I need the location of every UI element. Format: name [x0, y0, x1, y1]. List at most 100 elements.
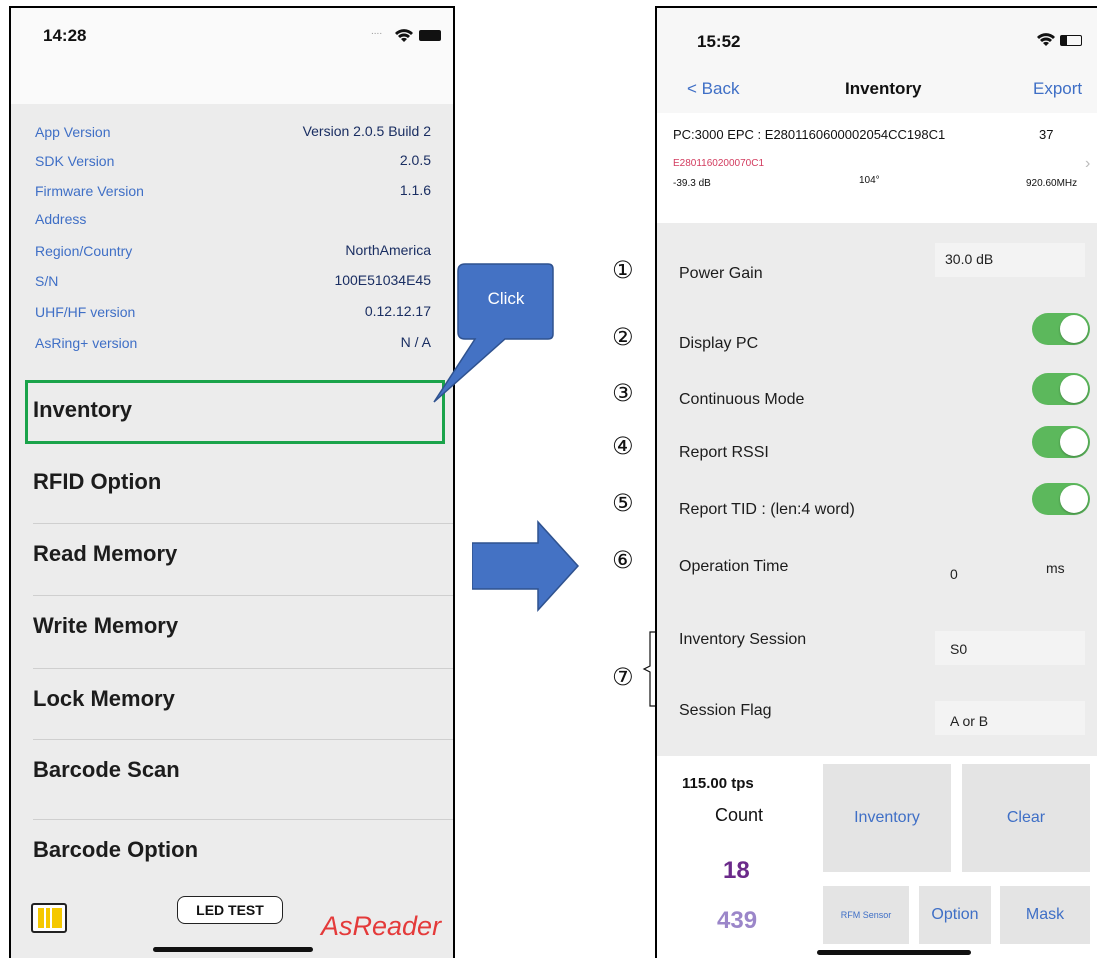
- report-tid-label: Report TID : (len:4 word): [679, 501, 855, 518]
- count-label: Count: [715, 805, 764, 825]
- operation-time-label: Operation Time: [679, 558, 789, 575]
- inventory-highlight-box: [25, 380, 445, 444]
- option-button[interactable]: Option: [919, 886, 991, 944]
- continuous-mode-toggle[interactable]: [1032, 373, 1090, 405]
- info-label: Address: [35, 211, 87, 227]
- status-time: 14:28: [43, 26, 87, 45]
- report-tid-row: Report TID : (len:4 word): [657, 483, 1097, 543]
- power-gain-value: 30.0 dB: [945, 251, 994, 267]
- tag-frequency: 920.60MHz: [1026, 178, 1078, 189]
- battery-level-icon: [31, 903, 67, 933]
- menu-item-barcode-option[interactable]: Barcode Option: [11, 819, 453, 891]
- report-rssi-row: Report RSSI: [657, 426, 1097, 486]
- inventory-control-panel: 115.00 tps Count 18 439 Inventory Clear …: [657, 756, 1097, 958]
- marker-7: ⑦: [612, 663, 634, 691]
- operation-time-row: Operation Time 0 ms: [657, 548, 1097, 608]
- callout-text: Click: [487, 289, 525, 308]
- battery-icon: [419, 30, 441, 41]
- device-info-panel: App Version Version 2.0.5 Build 2 SDK Ver…: [11, 104, 453, 379]
- page-title: Inventory: [845, 79, 922, 98]
- menu-item-label: Read Memory: [33, 541, 178, 566]
- marker-4: ④: [612, 432, 634, 460]
- tag-count-value: 18: [723, 857, 750, 884]
- clear-button[interactable]: Clear: [962, 764, 1090, 872]
- battery-icon: [1060, 35, 1082, 46]
- tag-list-item[interactable]: PC:3000 EPC : E2801160600002054CC198C1 3…: [657, 113, 1097, 223]
- inventory-button[interactable]: Inventory: [823, 764, 951, 872]
- tps-rate: 115.00 tps: [682, 775, 754, 792]
- operation-time-unit: ms: [1046, 560, 1065, 576]
- continuous-mode-label: Continuous Mode: [679, 391, 805, 408]
- inventory-session-select[interactable]: S0: [935, 631, 1085, 665]
- report-tid-toggle[interactable]: [1032, 483, 1090, 515]
- info-value: Version 2.0.5 Build 2: [302, 123, 431, 139]
- info-row: App Version Version 2.0.5 Build 2: [11, 118, 453, 146]
- marker-2: ②: [612, 323, 634, 351]
- session-flag-value: A or B: [950, 713, 989, 729]
- tag-read-count: 37: [1039, 127, 1054, 142]
- display-pc-row: Display PC: [657, 313, 1097, 373]
- callout-bubble: [433, 263, 554, 403]
- menu-item-label: Barcode Option: [33, 837, 199, 862]
- status-time: 15:52: [697, 32, 741, 51]
- info-row: Firmware Version 1.1.6: [11, 177, 453, 205]
- inventory-session-row: Inventory Session S0: [657, 623, 1097, 683]
- info-label: Firmware Version: [35, 183, 144, 199]
- menu-item-label: Lock Memory: [33, 686, 175, 711]
- report-rssi-toggle[interactable]: [1032, 426, 1090, 458]
- info-row: UHF/HF version 0.12.12.17: [11, 298, 453, 326]
- menu-item-write-memory[interactable]: Write Memory: [11, 595, 453, 667]
- marker-1: ①: [612, 256, 634, 284]
- asreader-logo: AsReader: [321, 911, 442, 941]
- led-test-button[interactable]: LED TEST: [177, 896, 283, 924]
- continuous-mode-row: Continuous Mode: [657, 373, 1097, 433]
- operation-time-input[interactable]: 0: [935, 554, 1025, 588]
- info-value: N / A: [400, 334, 431, 350]
- display-pc-toggle[interactable]: [1032, 313, 1090, 345]
- info-value: 100E51034E45: [334, 272, 431, 288]
- info-row: S/N 100E51034E45: [11, 267, 453, 295]
- info-label: SDK Version: [35, 153, 115, 169]
- menu-item-label: Barcode Scan: [33, 757, 180, 782]
- info-row: SDK Version 2.0.5: [11, 147, 453, 175]
- footer-bar: LED TEST AsReader: [11, 883, 453, 958]
- power-gain-row: Power Gain 30.0 dB: [657, 243, 1097, 303]
- info-value: 0.12.12.17: [364, 303, 431, 319]
- back-button[interactable]: < Back: [687, 79, 739, 99]
- menu-item-label: RFID Option: [33, 469, 162, 494]
- wifi-icon: [395, 29, 413, 42]
- session-flag-label: Session Flag: [679, 702, 772, 719]
- tag-phase: 104°: [859, 175, 880, 186]
- marker-5: ⑤: [612, 489, 634, 517]
- menu-item-read-memory[interactable]: Read Memory: [11, 523, 453, 595]
- chevron-right-icon: ›: [1085, 155, 1091, 172]
- info-row: Address: [11, 205, 453, 233]
- right-phone-screen: 15:52 < Back Inventory Export PC:3000 EP…: [655, 6, 1097, 958]
- session-flag-select[interactable]: A or B: [935, 701, 1085, 735]
- main-menu: Inventory RFID Option Read Memory Write …: [11, 379, 453, 954]
- export-button[interactable]: Export: [1033, 79, 1082, 99]
- inventory-session-value: S0: [950, 641, 968, 657]
- left-phone-screen: 14:28 .... App Version Version 2.0.5 Buil…: [9, 6, 455, 958]
- inventory-session-label: Inventory Session: [679, 631, 807, 648]
- info-label: Region/Country: [35, 243, 133, 259]
- power-gain-field[interactable]: 30.0 dB: [935, 243, 1085, 277]
- info-label: S/N: [35, 273, 59, 289]
- arrow-right-icon: [472, 520, 580, 612]
- info-value: 2.0.5: [399, 152, 431, 168]
- info-row: Region/Country NorthAmerica: [11, 237, 453, 265]
- rfm-sensor-button[interactable]: RFM Sensor: [823, 886, 909, 944]
- menu-item-rfid-option[interactable]: RFID Option: [11, 451, 453, 523]
- mask-button[interactable]: Mask: [1000, 886, 1090, 944]
- operation-time-value: 0: [950, 566, 958, 582]
- menu-item-lock-memory[interactable]: Lock Memory: [11, 668, 453, 740]
- nav-header: 15:52 < Back Inventory Export: [657, 8, 1097, 113]
- report-rssi-label: Report RSSI: [679, 444, 769, 461]
- menu-item-barcode-scan[interactable]: Barcode Scan: [11, 739, 453, 811]
- info-value: 1.1.6: [399, 182, 431, 198]
- tag-pc-epc: PC:3000 EPC : E2801160600002054CC198C1: [673, 127, 946, 142]
- home-indicator: [817, 950, 971, 955]
- marker-3: ③: [612, 379, 634, 407]
- marker-6: ⑥: [612, 546, 634, 574]
- tag-rssi: -39.3 dB: [673, 178, 711, 189]
